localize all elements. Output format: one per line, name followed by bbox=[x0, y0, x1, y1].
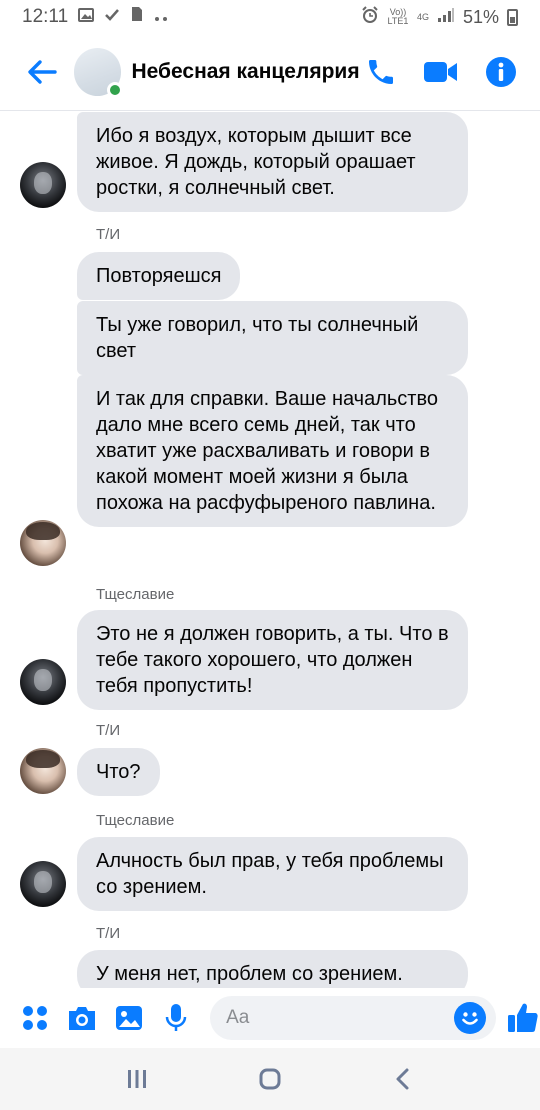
message-bubble[interactable]: Это не я должен говорить, а ты. Что в те… bbox=[77, 610, 468, 710]
arrow-left-icon bbox=[28, 60, 57, 84]
status-bar: 12:11 Vo)) LTE1 4G 51% bbox=[0, 0, 540, 34]
phone-icon bbox=[369, 60, 393, 84]
home-icon bbox=[259, 1068, 281, 1090]
camera-button[interactable] bbox=[65, 1001, 98, 1035]
status-time: 12:11 bbox=[22, 6, 69, 27]
message-bubble[interactable]: И так для справки. Ваше начальство дало … bbox=[77, 375, 468, 527]
like-button[interactable] bbox=[506, 1001, 540, 1035]
avatar[interactable] bbox=[20, 162, 66, 208]
sender-name: Т/И bbox=[96, 925, 121, 942]
info-icon bbox=[486, 57, 516, 87]
message-bubble[interactable]: Алчность был прав, у тебя проблемы со зр… bbox=[77, 837, 468, 911]
smiley-icon bbox=[462, 1012, 478, 1025]
gallery-button[interactable] bbox=[112, 1001, 145, 1035]
more-icon bbox=[154, 6, 168, 28]
back-button[interactable] bbox=[22, 52, 62, 92]
avatar[interactable] bbox=[20, 861, 66, 907]
voice-call-button[interactable] bbox=[362, 53, 400, 91]
message-bubble[interactable]: Повторяешся bbox=[77, 252, 241, 300]
message-bubble[interactable]: Что? bbox=[77, 748, 160, 796]
voice-message-button[interactable] bbox=[159, 1001, 192, 1035]
message-composer bbox=[0, 988, 540, 1048]
sender-name: Т/И bbox=[96, 226, 121, 243]
avatar[interactable] bbox=[20, 659, 66, 705]
message-input[interactable] bbox=[226, 1007, 447, 1029]
sender-name: Т/И bbox=[96, 722, 121, 739]
conversation-info-button[interactable] bbox=[482, 53, 520, 91]
check-icon bbox=[104, 6, 120, 28]
video-camera-icon bbox=[424, 62, 457, 82]
four-dots-icon bbox=[22, 1006, 47, 1030]
message-list[interactable]: Ибо я воздух, которым дышит все живое. Я… bbox=[0, 112, 540, 988]
system-navigation-bar bbox=[0, 1048, 540, 1110]
conversation-header: Небесная канцелярия bbox=[0, 34, 540, 111]
camera-icon bbox=[68, 1007, 95, 1030]
image-icon bbox=[115, 1006, 142, 1030]
message-input-container bbox=[210, 996, 496, 1040]
video-call-button[interactable] bbox=[422, 53, 460, 91]
thumbs-up-icon bbox=[508, 1003, 538, 1032]
system-back-button[interactable] bbox=[383, 1059, 423, 1099]
message-bubble[interactable]: Ибо я воздух, которым дышит все живое. Я… bbox=[77, 112, 468, 212]
battery-icon bbox=[507, 8, 518, 26]
sender-name: Тщеславие bbox=[96, 586, 175, 603]
avatar[interactable] bbox=[20, 748, 66, 794]
network-type: 4G bbox=[416, 11, 429, 22]
battery-level: 51% bbox=[462, 6, 499, 27]
emoji-button[interactable] bbox=[454, 1002, 486, 1034]
alarm-icon bbox=[361, 5, 379, 29]
conversation-title[interactable]: Небесная канцелярия bbox=[131, 60, 362, 84]
image-icon bbox=[78, 6, 95, 28]
online-status-dot bbox=[107, 82, 124, 98]
message-bubble[interactable]: Ты уже говорил, что ты солнечный свет bbox=[77, 301, 468, 375]
recent-apps-button[interactable] bbox=[117, 1059, 157, 1099]
signal-icon bbox=[437, 7, 455, 28]
microphone-icon bbox=[165, 1004, 186, 1031]
recent-apps-icon bbox=[127, 1070, 146, 1088]
avatar[interactable] bbox=[20, 520, 66, 566]
message-bubble[interactable]: У меня нет, проблем со зрением. bbox=[77, 950, 468, 988]
sim-icon bbox=[130, 6, 144, 28]
more-actions-button[interactable] bbox=[18, 1001, 51, 1035]
conversation-avatar[interactable] bbox=[73, 48, 124, 98]
sender-name: Тщеславие bbox=[96, 812, 175, 829]
chevron-left-icon bbox=[396, 1068, 409, 1090]
volte-indicator: Vo)) LTE1 bbox=[387, 7, 409, 26]
home-button[interactable] bbox=[250, 1059, 290, 1099]
